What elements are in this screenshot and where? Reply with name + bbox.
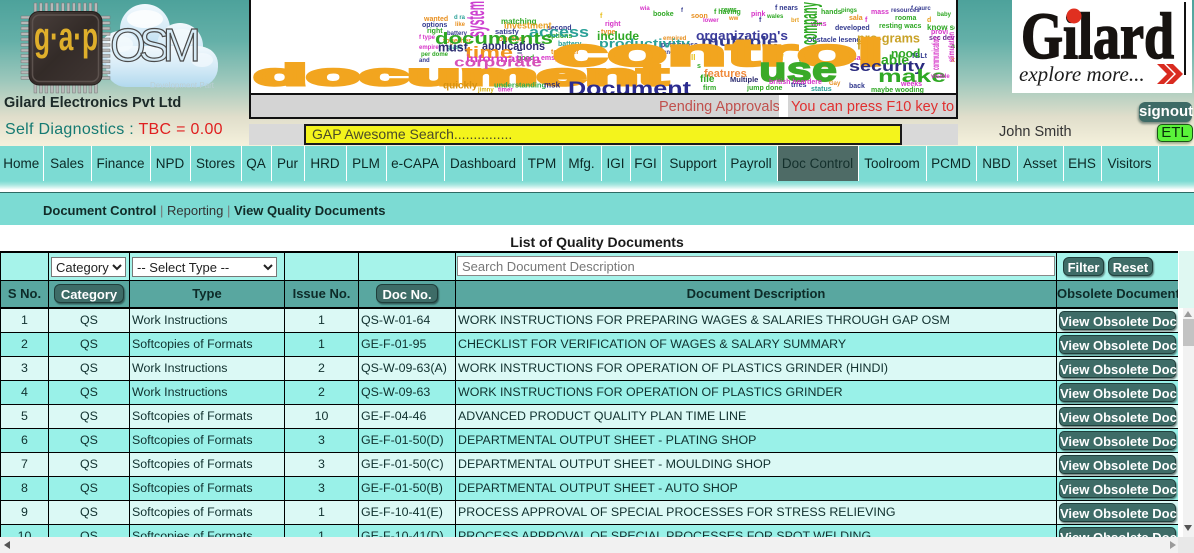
svg-text:explore more...: explore more... xyxy=(1019,62,1145,86)
svg-text:f type: f type xyxy=(419,35,436,41)
svg-text:f: f xyxy=(600,13,603,20)
svg-text:corporate: corporate xyxy=(454,55,542,70)
svg-text:rooma: rooma xyxy=(895,15,917,22)
svg-text:weeks: weeks xyxy=(900,81,922,88)
svg-text:lower: lower xyxy=(703,18,719,24)
svg-text:f: f xyxy=(681,8,684,14)
svg-text:d: d xyxy=(927,17,931,24)
svg-text:f having: f having xyxy=(714,9,741,16)
svg-text:f: f xyxy=(759,17,762,24)
svg-text:system: system xyxy=(460,1,490,37)
svg-text:f: f xyxy=(865,17,868,24)
svg-text:Development Part: Development Part xyxy=(150,81,215,90)
svg-text:jump done: jump done xyxy=(746,85,782,92)
svg-text:nood: nood xyxy=(891,47,920,61)
svg-text:know som: know som xyxy=(927,23,955,32)
svg-text:stimulation: stimulation xyxy=(947,32,955,62)
svg-text:wales: wales xyxy=(766,14,784,20)
svg-text:baby: baby xyxy=(937,12,952,18)
svg-text:Gay: Gay xyxy=(829,81,841,87)
svg-text:back: back xyxy=(849,83,865,90)
svg-text:f nears: f nears xyxy=(775,5,798,12)
svg-text:Multiple: Multiple xyxy=(730,75,758,84)
svg-text:british heardere: british heardere xyxy=(769,79,822,86)
svg-text:visible: visible xyxy=(931,74,950,80)
svg-text:hands: hands xyxy=(821,9,842,16)
svg-text:status: status xyxy=(811,86,832,93)
svg-text:resources: resources xyxy=(891,8,920,14)
svg-text:resting wacs: resting wacs xyxy=(879,23,922,30)
svg-text:firm: firm xyxy=(703,85,716,92)
svg-text:ww: ww xyxy=(728,16,739,22)
svg-text:right: right xyxy=(605,21,621,28)
svg-text:pings: pings xyxy=(841,8,858,14)
svg-text:quickly: quickly xyxy=(443,81,478,92)
svg-text:mass: mass xyxy=(871,9,889,16)
svg-text:booke: booke xyxy=(653,11,674,18)
svg-text:g·a·p: g·a·p xyxy=(34,15,98,59)
svg-text:wia: wia xyxy=(639,6,650,12)
svg-text:file: file xyxy=(700,74,715,85)
svg-text:OSM: OSM xyxy=(110,19,201,71)
svg-text:sala: sala xyxy=(849,15,863,22)
svg-text:msk: msk xyxy=(544,81,561,90)
